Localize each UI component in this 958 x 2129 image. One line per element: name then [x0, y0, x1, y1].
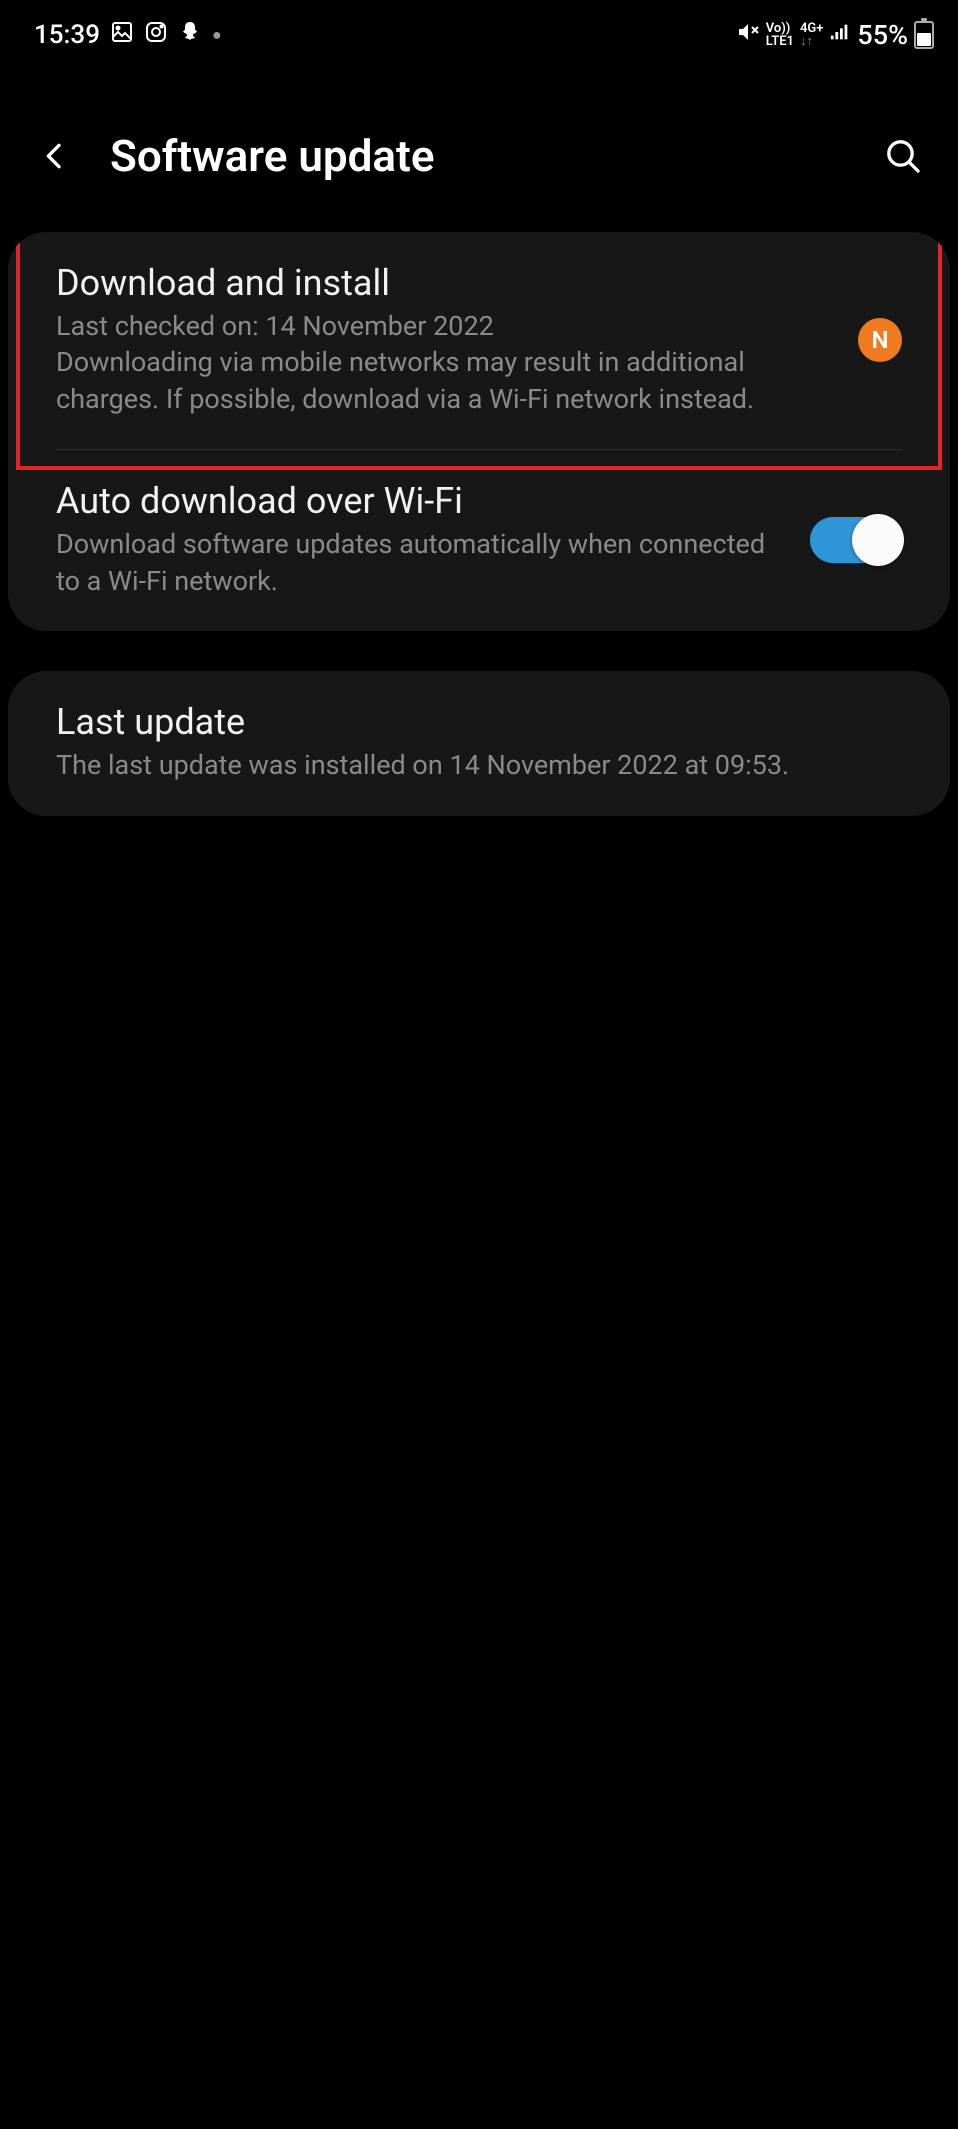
download-install-item[interactable]: Download and install Last checked on: 14… [8, 232, 950, 449]
snapchat-icon [178, 20, 202, 51]
auto-download-content: Auto download over Wi-Fi Download softwa… [56, 480, 790, 599]
last-update-item[interactable]: Last update The last update was installe… [8, 671, 950, 815]
volte-indicator: Vo)) LTE1 [766, 22, 794, 48]
download-install-content: Download and install Last checked on: 14… [56, 262, 838, 417]
instagram-icon [144, 20, 168, 51]
battery-icon [914, 21, 934, 49]
last-update-content: Last update The last update was installe… [56, 701, 902, 783]
auto-download-item[interactable]: Auto download over Wi-Fi Download softwa… [8, 450, 950, 631]
notification-badge: N [858, 318, 902, 362]
last-update-title: Last update [56, 701, 902, 743]
last-update-desc: The last update was installed on 14 Nove… [56, 747, 902, 783]
signal-icon [829, 21, 851, 49]
battery-percentage: 55% [857, 19, 908, 51]
page-title: Software update [110, 130, 848, 182]
auto-download-desc: Download software updates automatically … [56, 526, 790, 599]
gallery-icon [110, 20, 134, 51]
network-indicator: 4G+ ↓↑ [800, 22, 823, 48]
page-header: Software update [0, 60, 958, 232]
more-dot-icon: ● [212, 25, 222, 45]
auto-download-toggle[interactable] [810, 517, 902, 563]
status-bar: 15:39 ● Vo)) LTE1 4G+ ↓↑ 55% [0, 0, 958, 60]
status-left: 15:39 ● [34, 20, 222, 51]
search-button[interactable] [878, 131, 928, 181]
settings-card-2: Last update The last update was installe… [8, 671, 950, 815]
badge-letter: N [872, 326, 889, 354]
chevron-left-icon [39, 136, 71, 176]
status-right: Vo)) LTE1 4G+ ↓↑ 55% [736, 19, 934, 51]
back-button[interactable] [30, 131, 80, 181]
search-icon [883, 136, 923, 176]
settings-card-1: Download and install Last checked on: 14… [8, 232, 950, 631]
download-install-title: Download and install [56, 262, 838, 304]
mute-icon [736, 20, 760, 50]
auto-download-title: Auto download over Wi-Fi [56, 480, 790, 522]
download-install-desc: Last checked on: 14 November 2022 Downlo… [56, 308, 838, 417]
status-time: 15:39 [34, 20, 100, 50]
